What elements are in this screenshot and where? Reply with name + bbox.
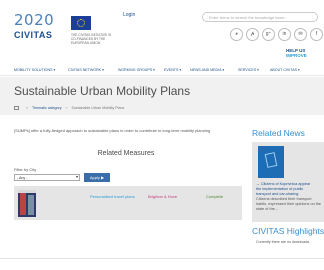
help-us-improve[interactable]: HELP US IMPROVE (286, 48, 324, 58)
nav-about-civitas[interactable]: ABOUT CIVITAS ▾ (270, 68, 300, 72)
home-icon[interactable] (14, 106, 19, 111)
divider (0, 258, 324, 259)
news-thumbnail[interactable] (258, 146, 284, 178)
intro-text: [SUMPs] offer a fully-fledged approach t… (14, 128, 211, 133)
measure-thumbnail[interactable] (18, 190, 36, 217)
help-link: IMPROVE (286, 53, 307, 58)
eu-cofinanced-text: THE CIVITAS INITIATIVE IS CO-FINANCED BY… (71, 33, 112, 45)
google-plus-icon[interactable]: g⁺ (262, 28, 275, 41)
linkedin-icon[interactable]: in (278, 28, 291, 41)
breadcrumb: » Thematic category » Sustainable Urban … (14, 106, 125, 111)
news-summary: Citizens described their transport habit… (256, 197, 322, 211)
highlights-note: Currently there are no downloads. (256, 240, 311, 244)
email-icon[interactable]: ✉ (294, 28, 307, 41)
breadcrumb-current: Sustainable Urban Mobility Plans (71, 106, 125, 110)
page-title: Sustainable Urban Mobility Plans (14, 84, 191, 98)
main-nav: MOBILITY SOLUTIONS ▾ CIVITAS NETWORK ▾ W… (0, 66, 324, 76)
twitter-icon[interactable]: 𝓹 (246, 28, 259, 41)
civitas-logo[interactable]: 2020 CIVITAS (14, 11, 55, 41)
site-header: 2020 CIVITAS THE CIVITAS INITIATIVE IS C… (0, 0, 324, 62)
nav-news-and-media[interactable]: NEWS AND MEDIA ▾ (190, 68, 224, 72)
login-link[interactable]: Login (123, 12, 135, 18)
apply-button[interactable]: Apply ▶ (84, 173, 110, 182)
logo-year: 2020 (14, 11, 55, 29)
breadcrumb-thematic-category[interactable]: Thematic category (32, 106, 62, 110)
filter-label: Filter by City (14, 167, 37, 172)
search-input[interactable]: Enter terms to search the knowledge base… (202, 12, 318, 22)
eu-flag-icon (71, 16, 91, 30)
related-news-heading: Related News (252, 128, 305, 138)
city-filter-select[interactable]: - Any - ▾ (14, 174, 80, 181)
measure-row[interactable] (14, 186, 242, 220)
nav-civitas-network[interactable]: CIVITAS NETWORK ▾ (68, 68, 104, 72)
measure-tag-topic[interactable]: Personalised travel plans (90, 194, 135, 199)
civitas-highlights-heading: CIVITAS Highlights (252, 226, 324, 236)
nav-events[interactable]: EVENTS ▾ (164, 68, 181, 72)
nav-services[interactable]: SERVICES ▾ (238, 68, 259, 72)
rss-icon[interactable]: ◕ (230, 28, 243, 41)
facebook-icon[interactable]: f (310, 28, 323, 41)
logo-name: CIVITAS (14, 30, 53, 40)
news-text: → Citizens of Koprivnica appear the impl… (256, 182, 322, 212)
measure-tag-city[interactable]: Brighton & Hove (148, 194, 177, 199)
chevron-down-icon: ▾ (75, 174, 78, 179)
nav-mobility-solutions[interactable]: MOBILITY SOLUTIONS ▾ (14, 68, 55, 72)
city-filter-value: - Any - (17, 176, 28, 180)
related-measures-heading: Related Measures (97, 150, 155, 157)
nav-working-groups[interactable]: WORKING GROUPS ▾ (118, 68, 155, 72)
measure-tag-status: Complete (206, 194, 224, 199)
